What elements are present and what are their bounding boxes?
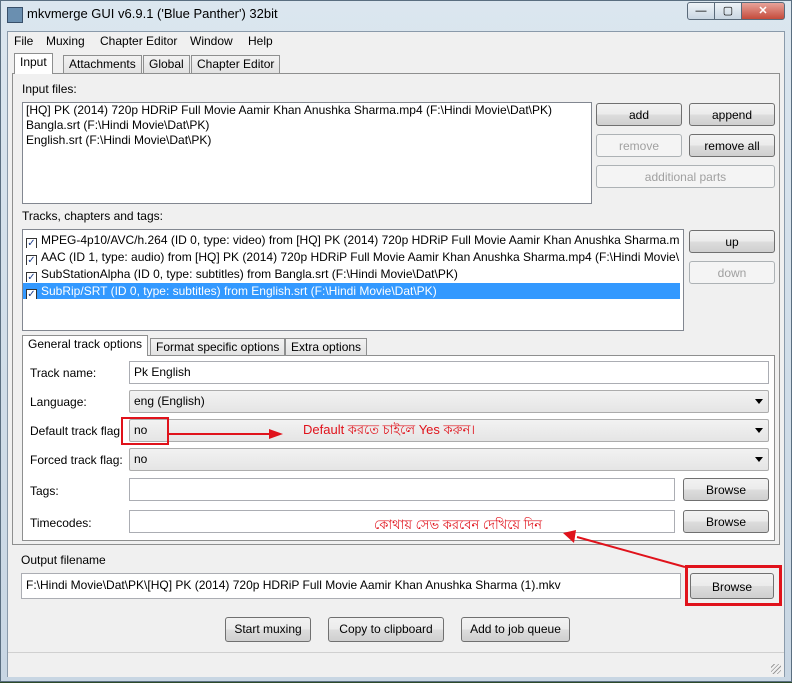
save-location-note: কোথায় সেভ করবেন দেখিয়ে দিন xyxy=(374,517,542,532)
arrow-head xyxy=(563,530,576,543)
tab-general-track-options[interactable]: General track options xyxy=(22,335,149,356)
browse-highlight xyxy=(685,565,782,606)
arrow-line xyxy=(576,536,686,568)
default-flag-note: Default করতে চাইলে Yes করুন। xyxy=(303,422,476,437)
tab-input[interactable]: Input xyxy=(14,53,53,74)
arrow-head xyxy=(269,429,283,439)
main-window: mkvmerge GUI v6.9.1 ('Blue Panther') 32b… xyxy=(0,0,792,682)
